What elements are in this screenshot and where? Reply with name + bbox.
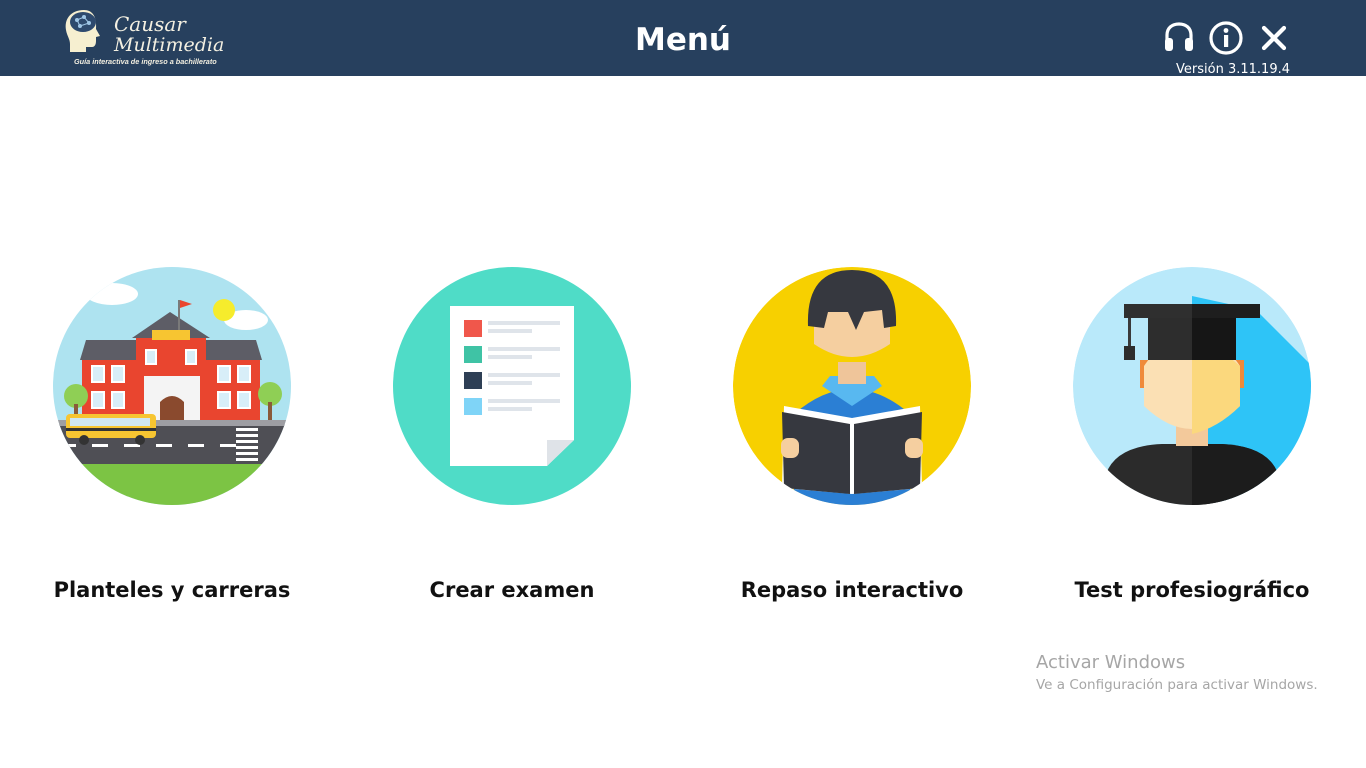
menu-item-crear-examen[interactable]: Crear examen (392, 266, 632, 602)
school-icon (53, 267, 291, 505)
header-bar: Causar Multimedia Guía interactiva de in… (0, 0, 1366, 77)
menu-item-label: Repaso interactivo (740, 578, 964, 602)
menu-item-repaso[interactable]: Repaso interactivo (732, 266, 972, 602)
windows-activation-watermark: Activar Windows Ve a Configuración para … (1036, 652, 1318, 693)
close-icon[interactable] (1260, 20, 1294, 56)
menu-item-planteles[interactable]: Planteles y carreras (52, 266, 292, 602)
version-label: Versión 3.11.19.4 (1176, 62, 1290, 77)
menu-item-label: Crear examen (429, 578, 595, 602)
watermark-title: Activar Windows (1036, 652, 1186, 673)
menu-item-label: Planteles y carreras (53, 578, 291, 602)
watermark-subtitle: Ve a Configuración para activar Windows. (1036, 677, 1318, 693)
headset-icon[interactable] (1162, 20, 1196, 56)
exam-document-icon (393, 267, 631, 505)
info-icon[interactable] (1209, 20, 1243, 56)
graduate-icon (1073, 267, 1311, 505)
student-reading-icon (733, 267, 971, 505)
menu-item-test[interactable]: Test profesiográfico (1072, 266, 1312, 602)
menu-item-label: Test profesiográfico (1074, 578, 1310, 602)
